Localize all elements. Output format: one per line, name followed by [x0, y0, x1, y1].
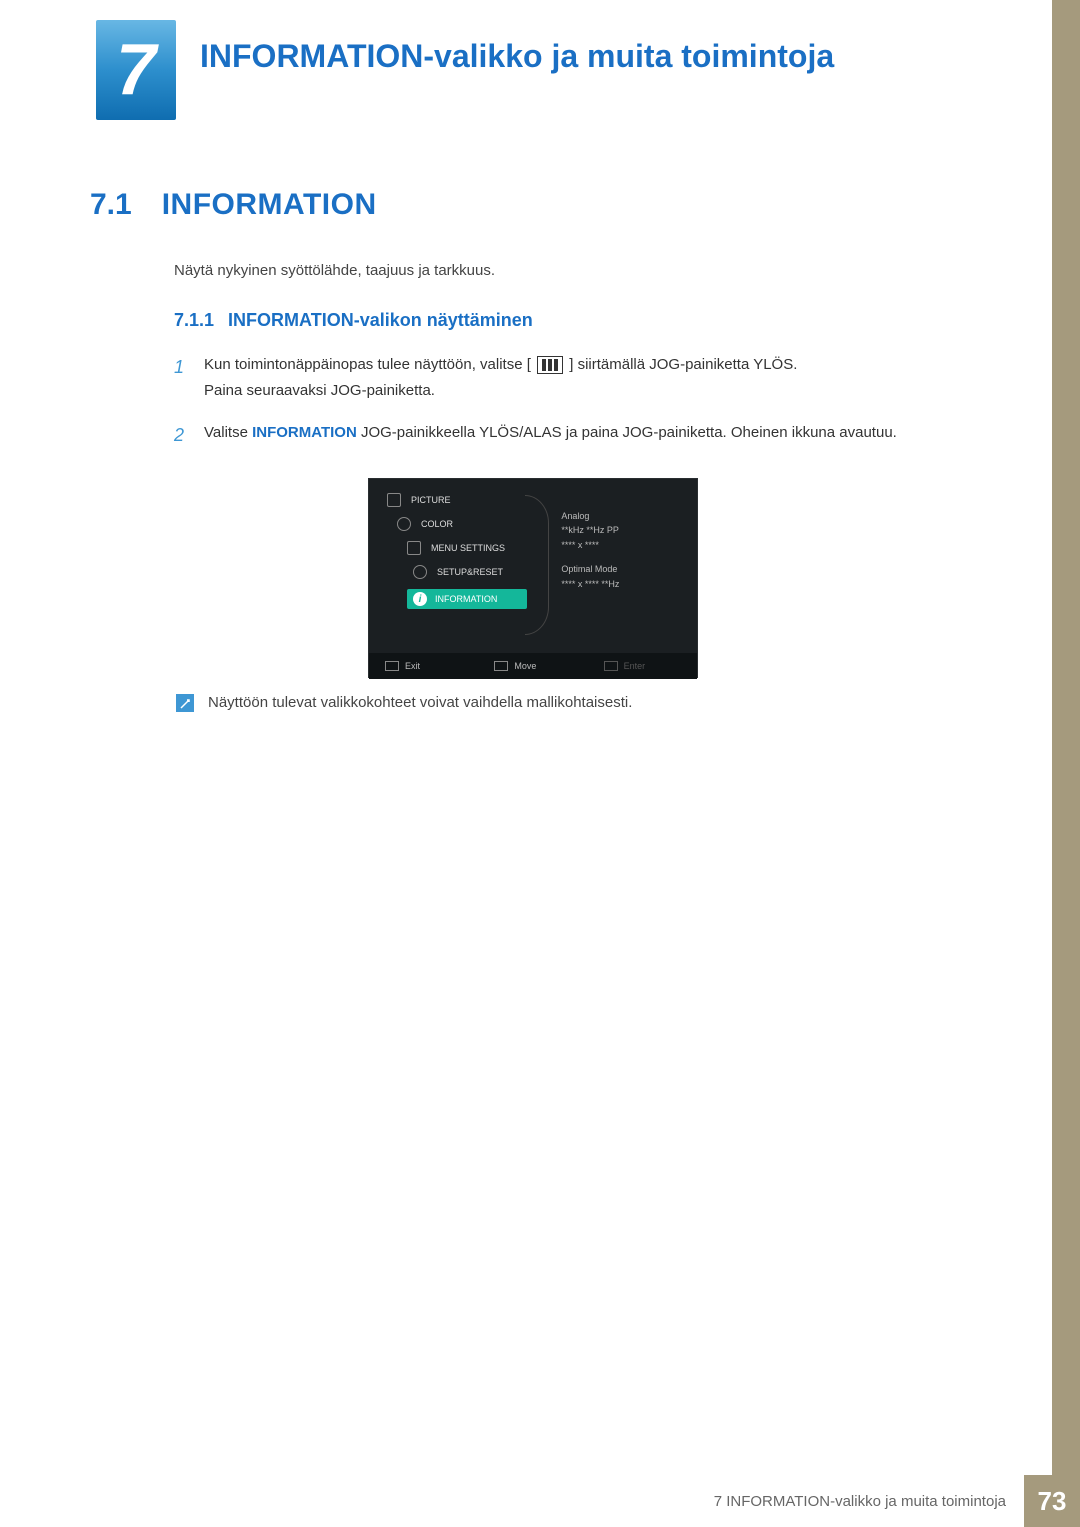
subsection-heading: 7.1.1 INFORMATION-valikon näyttäminen: [174, 310, 533, 331]
chapter-title: INFORMATION-valikko ja muita toimintoja: [200, 38, 834, 75]
osd-item-setup-reset: SETUP&RESET: [413, 565, 539, 579]
osd-left-panel: PICTURE COLOR MENU SETTINGS SETUP&RESET …: [369, 479, 549, 653]
section-number: 7.1: [90, 188, 132, 222]
note-text: Näyttöön tulevat valikkokohteet voivat v…: [208, 694, 632, 711]
osd-footer: Exit Move Enter: [369, 653, 697, 679]
osd-footer-move: Move: [478, 661, 587, 671]
section-description: Näytä nykyinen syöttölähde, taajuus ja t…: [174, 262, 495, 279]
note-icon: [176, 694, 194, 712]
osd-right-panel: Analog **kHz **Hz PP **** x **** Optimal…: [549, 479, 697, 653]
chapter-number-badge: 7: [96, 20, 176, 120]
enter-key-icon: [604, 661, 618, 671]
information-highlight: INFORMATION: [252, 424, 357, 441]
page-footer: 7 INFORMATION-valikko ja muita toimintoj…: [0, 1475, 1080, 1527]
osd-footer-enter: Enter: [588, 661, 697, 671]
side-stripe: [1052, 0, 1080, 1527]
section-heading: 7.1 INFORMATION: [90, 188, 377, 222]
osd-item-picture: PICTURE: [387, 493, 539, 507]
exit-key-icon: [385, 661, 399, 671]
section-title: INFORMATION: [162, 188, 377, 222]
menu-settings-icon: [407, 541, 421, 555]
color-icon: [397, 517, 411, 531]
subsection-number: 7.1.1: [174, 310, 214, 331]
move-key-icon: [494, 661, 508, 671]
step-number: 2: [174, 420, 188, 451]
subsection-title: INFORMATION-valikon näyttäminen: [228, 310, 533, 331]
osd-footer-exit: Exit: [369, 661, 478, 671]
page-number: 73: [1024, 1475, 1080, 1527]
picture-icon: [387, 493, 401, 507]
note: Näyttöön tulevat valikkokohteet voivat v…: [176, 694, 632, 712]
step-number: 1: [174, 352, 188, 403]
osd-menu-illustration: PICTURE COLOR MENU SETTINGS SETUP&RESET …: [368, 478, 698, 678]
setup-reset-icon: [413, 565, 427, 579]
step-2: 2 Valitse INFORMATION JOG-painikkeella Y…: [174, 420, 954, 451]
osd-divider-arc: [525, 495, 549, 635]
info-icon: i: [413, 592, 427, 606]
menu-icon: [537, 356, 563, 374]
osd-item-information-selected: i INFORMATION: [407, 589, 527, 609]
osd-item-color: COLOR: [397, 517, 539, 531]
step-text: Kun toimintonäppäinopas tulee näyttöön, …: [204, 352, 797, 403]
step-1: 1 Kun toimintonäppäinopas tulee näyttöön…: [174, 352, 954, 403]
footer-chapter-label: 7 INFORMATION-valikko ja muita toimintoj…: [696, 1475, 1024, 1527]
osd-item-menu-settings: MENU SETTINGS: [407, 541, 539, 555]
step-text: Valitse INFORMATION JOG-painikkeella YLÖ…: [204, 420, 897, 451]
